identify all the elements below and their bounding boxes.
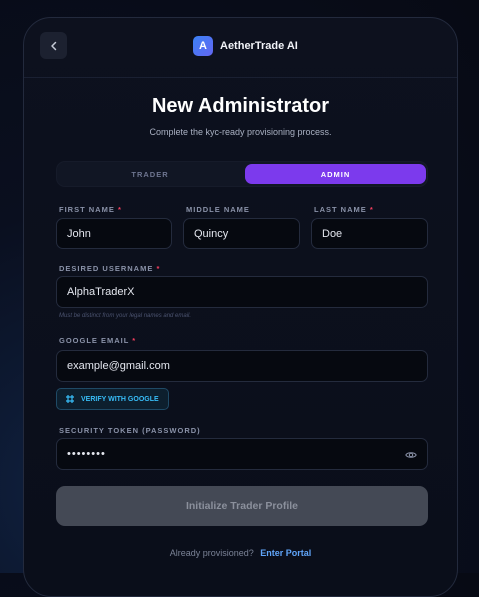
username-hint: Must be distinct from your legal names a… <box>59 313 192 319</box>
last-name-label-text: LAST NAME <box>314 205 367 214</box>
required-marker: * <box>156 264 161 273</box>
page-subtitle: Complete the kyc-ready provisioning proc… <box>149 127 332 137</box>
required-marker: * <box>117 205 122 214</box>
footer-text: Already provisioned? <box>169 548 254 558</box>
middle-name-label: MIDDLE NAME <box>186 205 250 214</box>
hash-icon <box>66 395 74 403</box>
middle-name-input[interactable]: Quincy <box>183 218 300 249</box>
first-name-label: FIRST NAME * <box>59 205 122 214</box>
back-button[interactable] <box>40 32 67 59</box>
initialize-profile-button[interactable]: Initialize Trader Profile <box>56 486 428 526</box>
first-name-input[interactable]: John <box>56 218 172 249</box>
signup-card: A AetherTrade AI New Administrator Compl… <box>23 17 458 597</box>
google-email-label-text: GOOGLE EMAIL <box>59 336 130 345</box>
required-marker: * <box>132 336 137 345</box>
google-email-input[interactable]: example@gmail.com <box>56 350 428 382</box>
brand: A AetherTrade AI <box>193 36 298 56</box>
footer: Already provisioned? Enter Portal <box>24 548 457 558</box>
password-input[interactable]: •••••••• <box>56 438 428 470</box>
verify-button-label: VERIFY WITH GOOGLE <box>81 395 159 403</box>
tab-admin[interactable]: ADMIN <box>245 164 426 184</box>
tab-trader[interactable]: TRADER <box>59 164 241 184</box>
last-name-label: LAST NAME * <box>314 205 374 214</box>
brand-name: AetherTrade AI <box>220 40 298 52</box>
password-value: •••••••• <box>67 448 106 460</box>
required-marker: * <box>369 205 374 214</box>
last-name-input[interactable]: Doe <box>311 218 428 249</box>
card-header: A AetherTrade AI <box>24 18 457 78</box>
password-label: SECURITY TOKEN (PASSWORD) <box>59 426 201 435</box>
eye-icon[interactable] <box>405 449 417 461</box>
username-label-text: DESIRED USERNAME <box>59 264 154 273</box>
chevron-left-icon <box>50 41 56 50</box>
verify-with-google-button[interactable]: VERIFY WITH GOOGLE <box>56 388 169 410</box>
username-label: DESIRED USERNAME * <box>59 264 160 273</box>
google-email-label: GOOGLE EMAIL * <box>59 336 136 345</box>
page-title: New Administrator <box>151 95 330 117</box>
brand-logo: A <box>193 36 213 56</box>
username-input[interactable]: AlphaTraderX <box>56 276 428 308</box>
role-toggle: TRADER ADMIN <box>56 161 428 187</box>
first-name-label-text: FIRST NAME <box>59 205 115 214</box>
enter-portal-link[interactable]: Enter Portal <box>260 548 311 558</box>
